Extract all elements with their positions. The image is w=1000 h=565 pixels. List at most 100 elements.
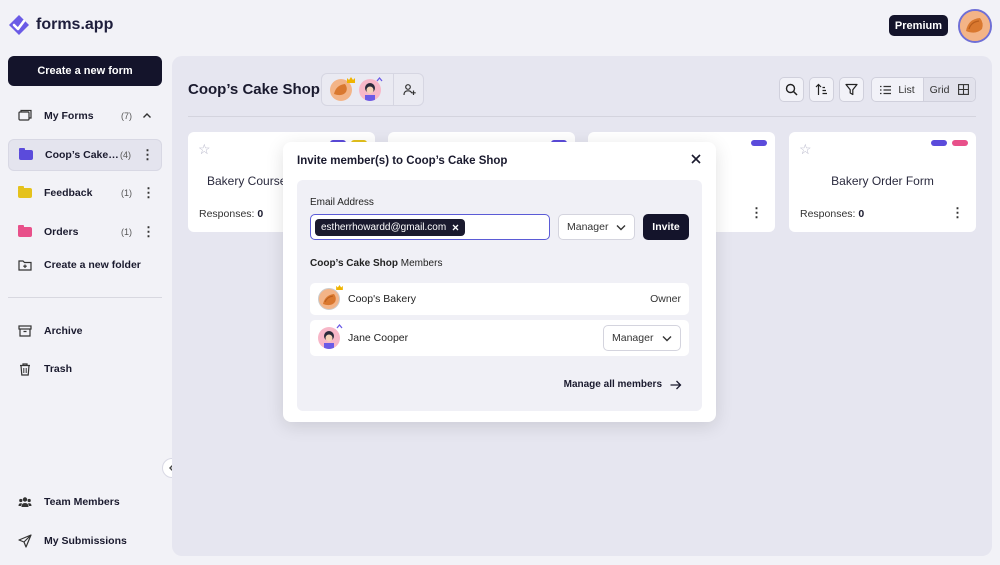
trash-icon bbox=[18, 362, 32, 376]
search-icon bbox=[785, 83, 798, 96]
sidebar-item-my-forms[interactable]: My Forms (7) bbox=[8, 100, 162, 132]
crown-icon bbox=[336, 285, 343, 290]
workspace-members-group[interactable] bbox=[321, 73, 424, 106]
email-chip: estherrhowardd@gmail.com bbox=[315, 218, 466, 236]
form-card[interactable]: ☆ Bakery Order Form Responses: 0 ⋮ bbox=[789, 132, 976, 232]
grid-view-button[interactable]: Grid bbox=[923, 78, 975, 101]
sort-icon bbox=[815, 83, 828, 96]
toolbar-divider bbox=[188, 116, 976, 117]
grid-view-label: Grid bbox=[929, 83, 950, 96]
manage-all-members-link[interactable]: Manage all members bbox=[564, 379, 682, 390]
folder-icon bbox=[19, 148, 33, 162]
sidebar-item-team-members[interactable]: Team Members bbox=[8, 486, 162, 518]
more-options-icon[interactable]: ⋮ bbox=[951, 206, 964, 219]
manager-badge-icon bbox=[336, 323, 343, 330]
email-chip-text: estherrhowardd@gmail.com bbox=[321, 221, 447, 233]
folder-label: Feedback bbox=[44, 187, 93, 199]
modal-title: Invite member(s) to Coop’s Cake Shop bbox=[297, 155, 508, 167]
manage-all-members-label: Manage all members bbox=[563, 379, 662, 390]
form-title: Bakery Order Form bbox=[831, 174, 934, 188]
search-button[interactable] bbox=[779, 77, 804, 102]
star-icon[interactable]: ☆ bbox=[198, 141, 211, 158]
chevron-up-icon[interactable] bbox=[142, 111, 152, 121]
user-avatar[interactable] bbox=[958, 9, 992, 43]
team-members-label: Team Members bbox=[44, 496, 120, 508]
manager-badge-icon bbox=[376, 76, 383, 83]
list-view-label: List bbox=[898, 83, 915, 96]
view-toggle: List Grid bbox=[871, 77, 976, 102]
more-options-icon[interactable]: ⋮ bbox=[750, 206, 763, 219]
folder-tag bbox=[952, 140, 968, 146]
card-tags bbox=[751, 140, 767, 146]
my-submissions-label: My Submissions bbox=[44, 535, 127, 547]
member-row: Jane Cooper Manager bbox=[310, 320, 689, 356]
archive-label: Archive bbox=[44, 325, 83, 337]
grid-icon bbox=[958, 84, 970, 95]
forms-stack-icon bbox=[18, 109, 32, 123]
sort-button[interactable] bbox=[809, 77, 834, 102]
sidebar-create-folder[interactable]: Create a new folder bbox=[8, 249, 162, 281]
invite-button[interactable]: Invite bbox=[643, 214, 689, 240]
sidebar-item-archive[interactable]: Archive bbox=[8, 315, 162, 347]
star-icon[interactable]: ☆ bbox=[799, 141, 812, 158]
member-name: Coop's Bakery bbox=[348, 293, 416, 305]
role-select[interactable]: Manager bbox=[558, 214, 635, 240]
sidebar-item-my-submissions[interactable]: My Submissions bbox=[8, 525, 162, 557]
sidebar-folder-orders[interactable]: Orders (1) ⋮ bbox=[8, 216, 162, 248]
folder-plus-icon bbox=[18, 258, 32, 272]
card-tags bbox=[931, 140, 968, 146]
close-icon[interactable] bbox=[691, 154, 701, 164]
list-icon bbox=[880, 85, 892, 95]
my-forms-label: My Forms bbox=[44, 110, 94, 122]
folder-icon bbox=[18, 225, 32, 239]
folder-count: (4) bbox=[120, 150, 131, 160]
filter-button[interactable] bbox=[839, 77, 864, 102]
member-role-value: Manager bbox=[612, 332, 654, 344]
modal-body: Email Address estherrhowardd@gmail.com M… bbox=[297, 180, 702, 411]
member-row: Coop's Bakery Owner bbox=[310, 283, 689, 315]
more-options-icon[interactable]: ⋮ bbox=[142, 225, 155, 238]
sidebar-divider bbox=[8, 297, 162, 298]
email-input[interactable]: estherrhowardd@gmail.com bbox=[310, 214, 550, 240]
team-icon bbox=[18, 495, 32, 509]
chevron-down-icon bbox=[662, 335, 672, 342]
chevron-down-icon bbox=[616, 224, 626, 231]
responses-count: Responses: 0 bbox=[199, 208, 264, 220]
role-select-value: Manager bbox=[567, 221, 609, 233]
invite-members-modal: Invite member(s) to Coop’s Cake Shop Ema… bbox=[283, 142, 716, 422]
create-folder-label: Create a new folder bbox=[44, 259, 141, 271]
my-forms-count: (7) bbox=[121, 111, 132, 121]
logo-text: forms.app bbox=[36, 16, 114, 33]
member-name: Jane Cooper bbox=[348, 332, 409, 344]
folder-count: (1) bbox=[121, 227, 132, 237]
trash-label: Trash bbox=[44, 363, 73, 375]
archive-icon bbox=[18, 324, 32, 338]
remove-email-icon[interactable] bbox=[452, 224, 459, 231]
more-options-icon[interactable]: ⋮ bbox=[142, 186, 155, 199]
add-member-icon[interactable] bbox=[403, 83, 416, 96]
sidebar-item-trash[interactable]: Trash bbox=[8, 353, 162, 385]
members-heading: Coop’s Cake Shop Members bbox=[310, 258, 443, 269]
filter-icon bbox=[845, 83, 858, 96]
forms-app-logo-icon bbox=[8, 14, 30, 36]
sidebar-folder-coops-cake-shop[interactable]: Coop’s Cake Shop (4) ⋮ bbox=[8, 139, 162, 171]
member-role-select[interactable]: Manager bbox=[603, 325, 681, 351]
folder-tag bbox=[931, 140, 947, 146]
crown-icon bbox=[347, 77, 355, 83]
email-address-label: Email Address bbox=[310, 197, 374, 208]
create-new-form-button[interactable]: Create a new form bbox=[8, 56, 162, 86]
send-icon bbox=[18, 534, 32, 548]
member-avatar bbox=[318, 327, 340, 349]
folder-count: (1) bbox=[121, 188, 132, 198]
app-logo[interactable]: forms.app bbox=[8, 14, 113, 36]
more-options-icon[interactable]: ⋮ bbox=[141, 148, 154, 161]
sidebar-folder-feedback[interactable]: Feedback (1) ⋮ bbox=[8, 177, 162, 209]
folder-tag bbox=[751, 140, 767, 146]
member-role: Owner bbox=[650, 293, 681, 305]
list-view-button[interactable]: List bbox=[872, 78, 923, 101]
group-divider bbox=[393, 74, 394, 105]
member-avatar bbox=[318, 288, 340, 310]
premium-button[interactable]: Premium bbox=[888, 15, 948, 36]
folder-label: Coop’s Cake Shop bbox=[45, 149, 120, 161]
responses-count: Responses: 0 bbox=[800, 208, 865, 220]
